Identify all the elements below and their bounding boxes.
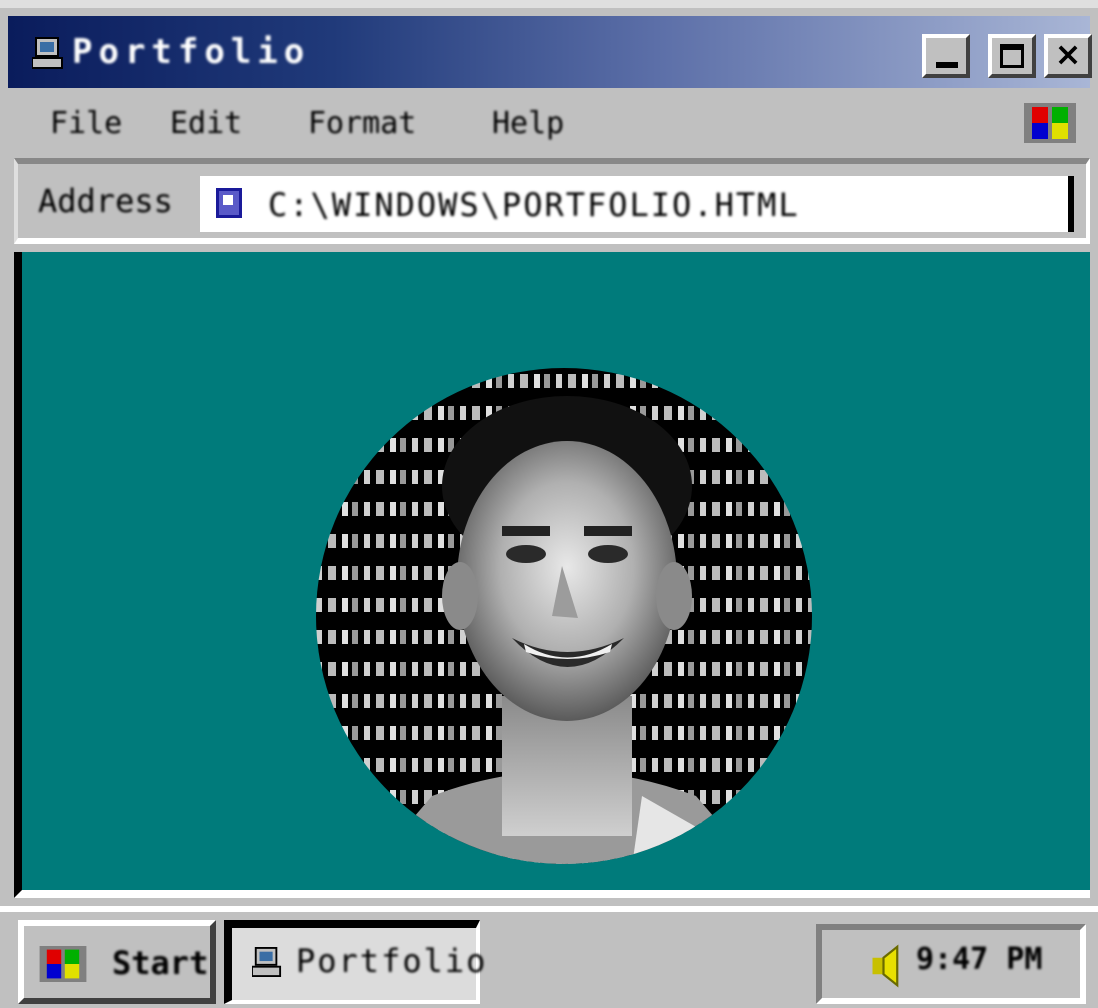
browser-window: Portfolio × File Edit Format Help Addres… (0, 0, 1098, 1008)
menu-help[interactable]: Help (492, 106, 564, 141)
taskbar-item-portfolio[interactable]: Portfolio (224, 920, 485, 1004)
address-bar: Address C:\WINDOWS\PORTFOLIO.HTML (14, 158, 1090, 244)
address-input[interactable]: C:\WINDOWS\PORTFOLIO.HTML (200, 176, 1074, 232)
close-icon: × (1054, 35, 1082, 73)
maximize-icon (1000, 44, 1024, 68)
minimize-button[interactable] (922, 34, 970, 78)
maximize-button[interactable] (988, 34, 1036, 78)
start-label: Start (112, 944, 209, 982)
close-button[interactable]: × (1044, 34, 1092, 78)
speaker-icon[interactable] (872, 944, 906, 988)
menu-format[interactable]: Format (308, 106, 416, 141)
address-value: C:\WINDOWS\PORTFOLIO.HTML (268, 186, 800, 224)
address-label: Address (38, 182, 173, 220)
page-icon (216, 188, 242, 218)
content-area (14, 252, 1090, 898)
menu-file[interactable]: File (50, 106, 122, 141)
computer-icon (252, 947, 282, 977)
system-tray: 9:47 PM (816, 924, 1086, 1004)
taskbar: Start Portfolio 9:47 PM (0, 906, 1098, 1008)
taskbar-item-label: Portfolio (296, 942, 488, 980)
computer-icon (32, 37, 63, 69)
clock: 9:47 PM (916, 942, 1043, 977)
window-title: Portfolio (72, 32, 311, 72)
menu-edit[interactable]: Edit (170, 106, 242, 141)
minimize-icon (936, 62, 958, 68)
menu-bar: File Edit Format Help (8, 92, 1090, 154)
portrait-image (316, 368, 812, 864)
windows-logo-icon (1024, 103, 1076, 143)
start-button[interactable]: Start (18, 920, 216, 1004)
title-bar[interactable]: Portfolio × (8, 16, 1092, 88)
windows-logo-icon (39, 946, 87, 982)
